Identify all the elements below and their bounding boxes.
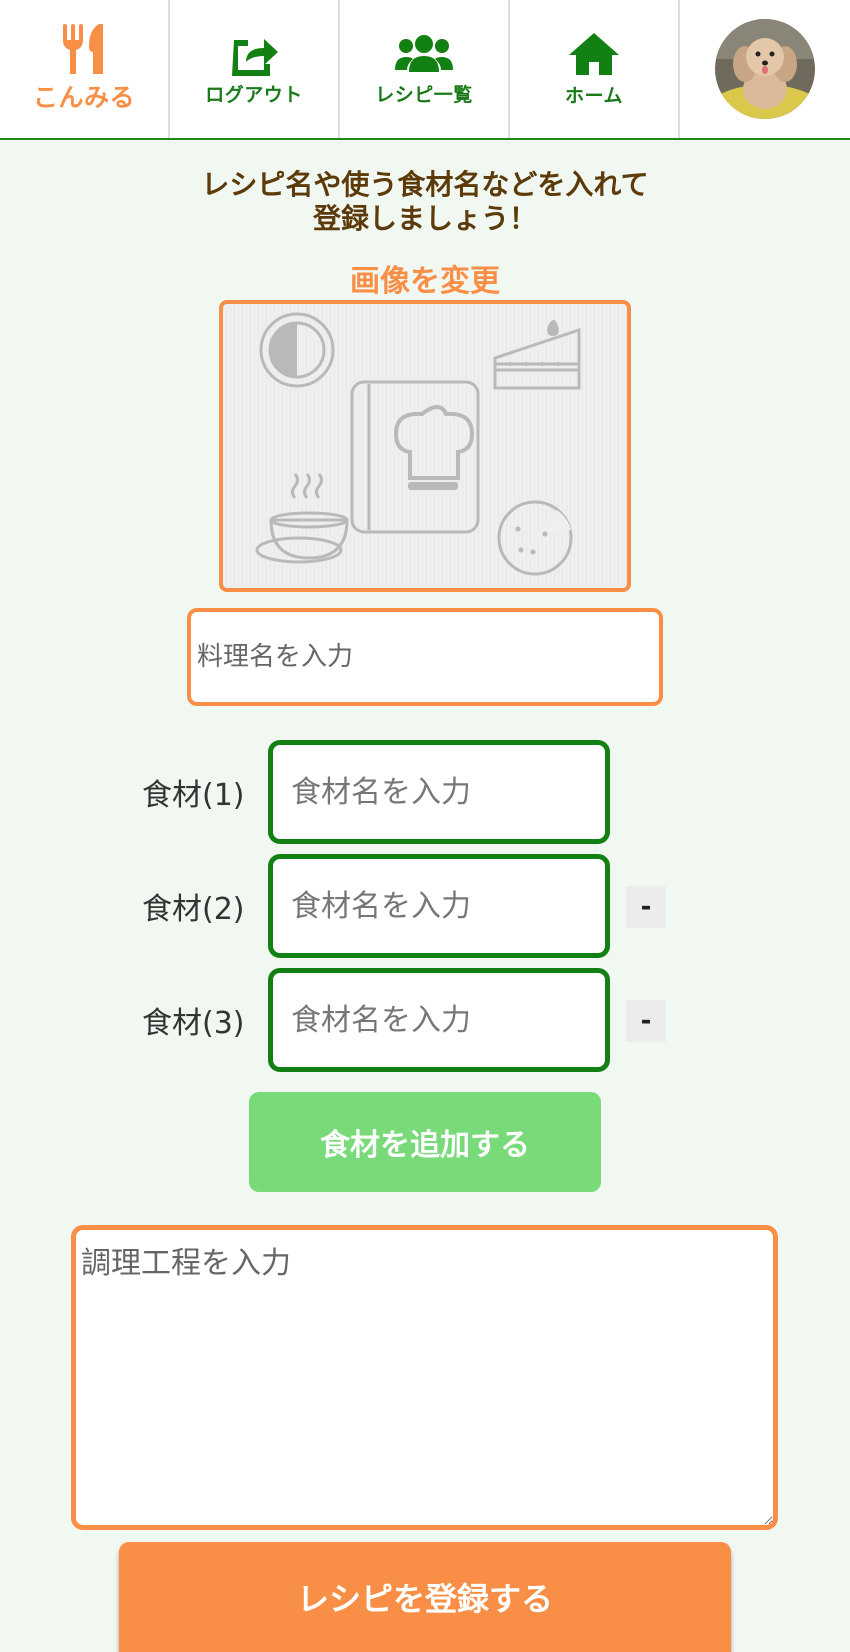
logout-icon bbox=[232, 38, 278, 76]
remove-ingredient-button-3[interactable]: - bbox=[626, 1000, 666, 1042]
recipe-placeholder-illustration bbox=[255, 312, 581, 576]
home-label: ホーム bbox=[565, 84, 623, 107]
cooking-steps-textarea[interactable] bbox=[71, 1225, 778, 1530]
dish-name-input[interactable] bbox=[187, 608, 663, 706]
ingredient-input-2[interactable] bbox=[268, 854, 610, 958]
nav-home[interactable]: ホーム bbox=[510, 0, 680, 138]
top-nav: こんみる ログアウト レシピ一覧 ホーム bbox=[0, 0, 850, 140]
home-icon bbox=[569, 32, 619, 75]
add-ingredient-button[interactable]: 食材を追加する bbox=[249, 1092, 601, 1192]
nav-brand[interactable]: こんみる bbox=[0, 0, 170, 138]
ingredient-label-2: 食材(2) bbox=[142, 892, 245, 927]
fork-knife-icon bbox=[63, 24, 103, 74]
nav-recipes[interactable]: レシピ一覧 bbox=[340, 0, 510, 138]
headline-line-1: レシピ名や使う食材名などを入れて bbox=[201, 168, 649, 201]
recipes-label: レシピ一覧 bbox=[375, 83, 473, 106]
remove-ingredient-button-2[interactable]: - bbox=[626, 886, 666, 928]
nav-logout[interactable]: ログアウト bbox=[170, 0, 340, 138]
ingredient-label-3: 食材(3) bbox=[142, 1006, 245, 1041]
change-image-link[interactable]: 画像を変更 bbox=[0, 256, 850, 300]
nav-profile[interactable] bbox=[680, 0, 850, 138]
brand-label: こんみる bbox=[32, 83, 135, 112]
ingredient-label-1: 食材(1) bbox=[142, 778, 245, 813]
logout-label: ログアウト bbox=[205, 83, 303, 106]
headline-line-2: 登録しましょう！ bbox=[312, 202, 537, 235]
ingredient-row-3: 食材(3) - bbox=[0, 968, 850, 1072]
ingredient-input-3[interactable] bbox=[268, 968, 610, 1072]
ingredient-row-2: 食材(2) - bbox=[0, 854, 850, 958]
users-icon bbox=[395, 34, 453, 72]
recipe-image[interactable] bbox=[219, 300, 631, 592]
register-recipe-button[interactable]: レシピを登録する bbox=[119, 1542, 731, 1652]
ingredient-input-1[interactable] bbox=[268, 740, 610, 844]
ingredient-row-1: 食材(1) bbox=[0, 740, 850, 844]
avatar[interactable] bbox=[715, 19, 815, 119]
page-headline: レシピ名や使う食材名などを入れて 登録しましょう！ bbox=[0, 168, 850, 236]
